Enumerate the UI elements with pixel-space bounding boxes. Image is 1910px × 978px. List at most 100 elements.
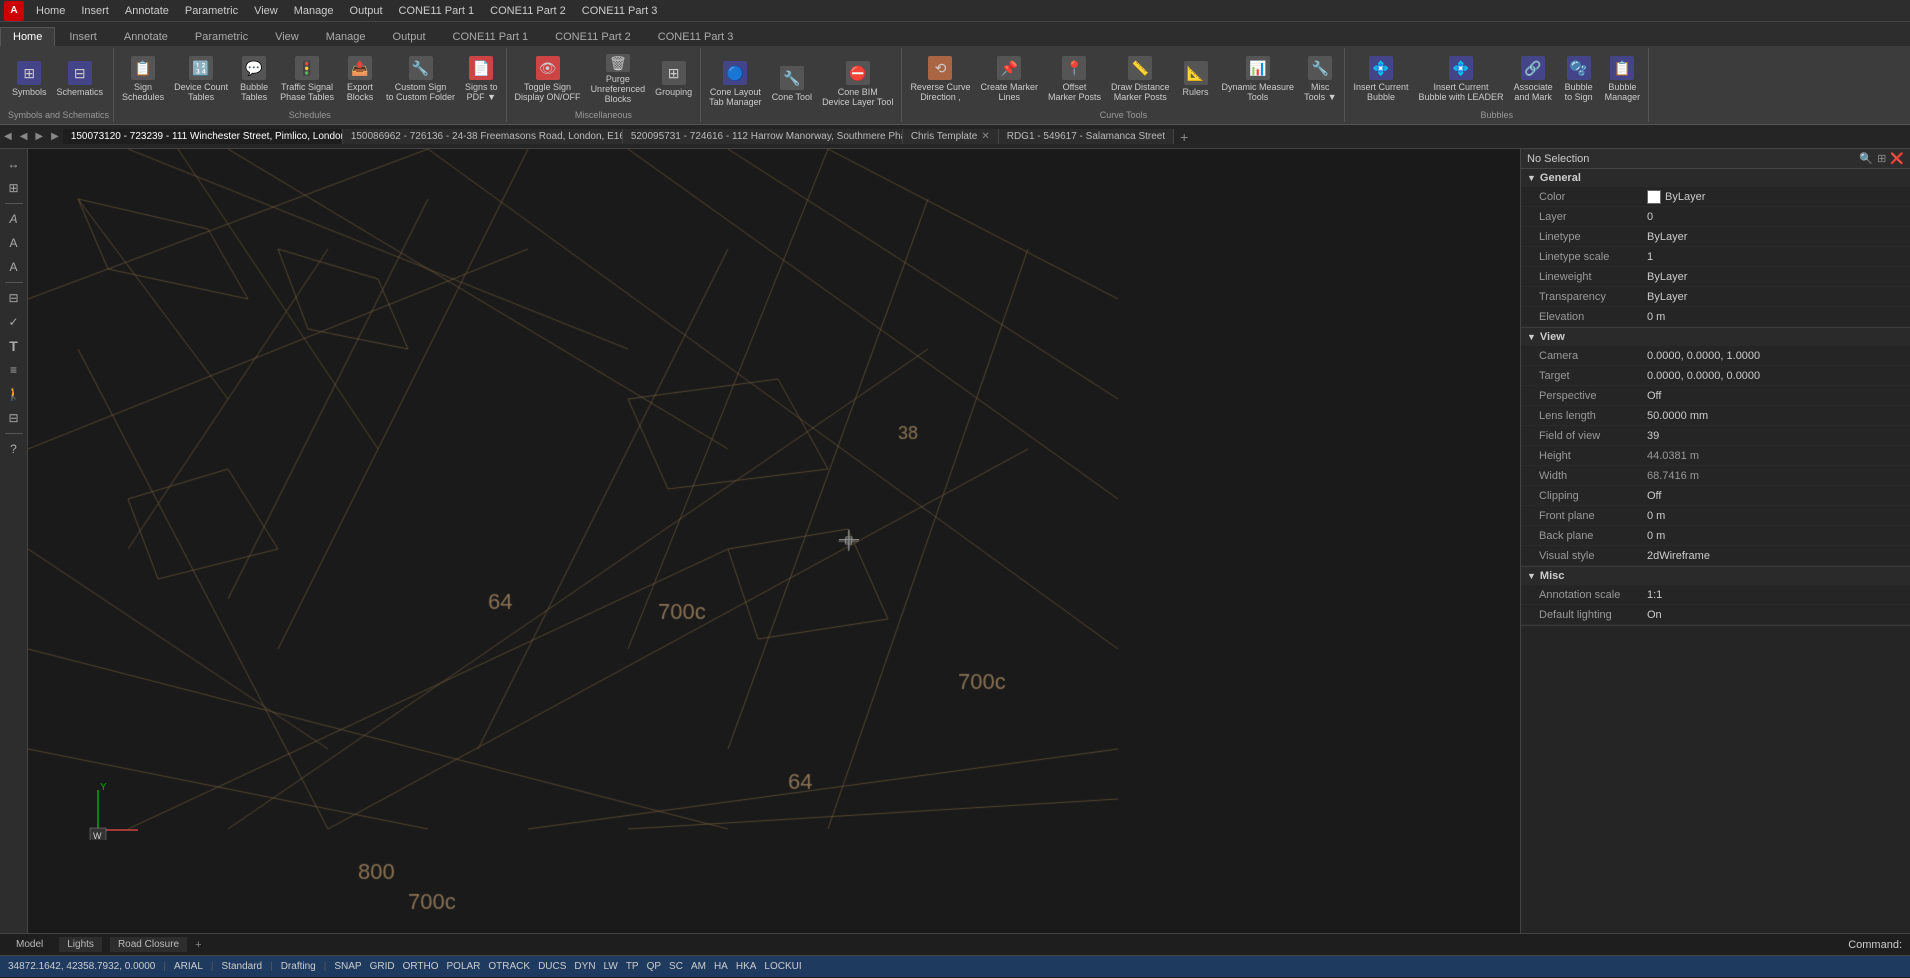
road-closure-tab[interactable]: Road Closure [110,937,187,952]
menu-manage[interactable]: Manage [286,3,342,19]
ribbon-btn-dynamic-measure[interactable]: 📊 Dynamic MeasureTools [1218,52,1299,106]
tab-nav-left2[interactable]: ◀ [16,131,32,142]
tab-nav-left[interactable]: ◀ [0,131,16,142]
lt-rect[interactable]: ⊟ [3,407,25,429]
ribbon-btn-export[interactable]: 📤 ExportBlocks [340,52,380,106]
tab-nav-right[interactable]: ▶ [31,131,47,142]
ribbon-tab-cone11-p1[interactable]: CONE11 Part 1 [440,27,542,46]
menu-home[interactable]: Home [28,3,73,19]
ribbon-tab-cone11-p2[interactable]: CONE11 Part 2 [542,27,644,46]
lt-check[interactable]: ✓ [3,311,25,333]
standard-mode: Standard [222,961,263,972]
tab-nav-right2[interactable]: ▶ [47,131,63,142]
ribbon-tab-annotate[interactable]: Annotate [111,27,181,46]
ribbon-btn-cone-bim[interactable]: ⛔ Cone BIMDevice Layer Tool [818,57,897,111]
ribbon-btn-associate[interactable]: 🔗 Associateand Mark [1510,52,1557,106]
lt-text2[interactable]: A [3,256,25,278]
ribbon-btn-create-marker[interactable]: 📌 Create MarkerLines [976,52,1042,106]
menu-output[interactable]: Output [342,3,391,19]
menu-cone11-p2[interactable]: CONE11 Part 2 [482,3,574,19]
ribbon-btn-toggle-sign[interactable]: 👁 Toggle SignDisplay ON/OFF [511,52,585,106]
ribbon-btn-cone-layout[interactable]: 🔵 Cone LayoutTab Manager [705,57,766,111]
ribbon-tab-view[interactable]: View [262,27,312,46]
ducs-toggle[interactable]: DUCS [538,961,566,972]
lights-tab[interactable]: Lights [59,937,102,952]
menu-cone11-p1[interactable]: CONE11 Part 1 [391,3,483,19]
lt-help[interactable]: ? [3,438,25,460]
tab-3[interactable]: 520095731 - 724616 - 112 Harrow Manorway… [623,129,903,144]
main-canvas [28,149,1520,933]
grid-toggle[interactable]: GRID [370,961,395,972]
ribbon-btn-draw-distance[interactable]: 📏 Draw DistanceMarker Posts [1107,52,1174,106]
ribbon-btn-sign-schedules[interactable]: 📋 SignSchedules [118,52,168,106]
tp-toggle[interactable]: TP [626,961,639,972]
menu-parametric[interactable]: Parametric [177,3,246,19]
ribbon-btn-schematics[interactable]: ⊟ Schematics [53,52,108,106]
prop-icon-2[interactable]: ⊞ [1877,152,1886,165]
menu-cone11-p3[interactable]: CONE11 Part 3 [574,3,666,19]
prop-section-misc-header[interactable]: ▼ Misc [1521,567,1910,585]
lt-list[interactable]: ≡ [3,359,25,381]
ortho-toggle[interactable]: ORTHO [403,961,439,972]
polar-toggle[interactable]: POLAR [447,961,481,972]
lt-t3[interactable]: T [3,335,25,357]
reverse-curve-icon: ⟲ [928,56,952,80]
am-toggle[interactable]: AM [691,961,706,972]
ha-toggle[interactable]: HA [714,961,728,972]
hide-objects-toggle[interactable]: HKA [736,961,757,972]
prop-icon-3[interactable]: ❌ [1890,152,1904,165]
ribbon-btn-bubble-to-sign[interactable]: 🫧 Bubbleto Sign [1559,52,1599,106]
lt-grid[interactable]: ⊞ [3,177,25,199]
prop-icon-1[interactable]: 🔍 [1859,152,1873,165]
menu-annotate[interactable]: Annotate [117,3,177,19]
ribbon-btn-traffic-signal[interactable]: 🚦 Traffic SignalPhase Tables [276,52,338,106]
ribbon-btn-bubble-tables[interactable]: 💬 BubbleTables [234,52,274,106]
sc-toggle[interactable]: SC [669,961,683,972]
canvas-area[interactable]: Y W [28,149,1520,933]
tab-4-close[interactable]: ✕ [981,131,989,142]
tab-4[interactable]: Chris Template ✕ [903,129,999,144]
lt-sym[interactable]: A [3,208,25,230]
ribbon-btn-bubble-manager[interactable]: 📋 BubbleManager [1601,52,1645,106]
tab-5[interactable]: RDG1 - 549617 - Salamanca Street [999,129,1174,144]
lt-text[interactable]: A [3,232,25,254]
ribbon-btn-insert-current-leader[interactable]: 💠 Insert CurrentBubble with LEADER [1415,52,1508,106]
ribbon-tab-parametric[interactable]: Parametric [182,27,261,46]
otrack-toggle[interactable]: OTRACK [488,961,530,972]
prop-lens-value: 50.0000 mm [1647,410,1904,422]
ribbon-btn-device-count[interactable]: 🔢 Device CountTables [170,52,232,106]
ribbon-tab-home[interactable]: Home [0,27,55,46]
ribbon-btn-reverse-curve[interactable]: ⟲ Reverse CurveDirection , [906,52,974,106]
ribbon-btn-offset-marker[interactable]: 📍 OffsetMarker Posts [1044,52,1105,106]
model-tab[interactable]: Model [8,937,51,952]
lockui-toggle[interactable]: LOCKUI [764,961,801,972]
snap-toggle[interactable]: SNAP [334,961,361,972]
qp-toggle[interactable]: QP [647,961,661,972]
ribbon-tab-output[interactable]: Output [380,27,439,46]
ribbon-btn-symbols[interactable]: ⊞ Symbols [8,52,51,106]
ribbon-btn-grouping[interactable]: ⊞ Grouping [651,52,696,106]
ribbon-btn-custom[interactable]: 🔧 Custom Signto Custom Folder [382,52,459,106]
menu-view[interactable]: View [246,3,286,19]
ribbon-tab-cone11-p3[interactable]: CONE11 Part 3 [645,27,747,46]
ribbon-btn-misc-tools[interactable]: 🔧 MiscTools ▼ [1300,52,1340,106]
app-icon[interactable]: A [4,1,24,21]
tab-1[interactable]: 150073120 - 723239 - 111 Winchester Stre… [63,129,343,144]
menu-insert[interactable]: Insert [73,3,117,19]
ribbon-tab-manage[interactable]: Manage [313,27,379,46]
lw-toggle[interactable]: LW [604,961,618,972]
ribbon-btn-insert-current[interactable]: 💠 Insert CurrentBubble [1349,52,1412,106]
lt-line[interactable]: ⊟ [3,287,25,309]
lt-select[interactable]: ↔ [3,153,25,175]
prop-section-general-header[interactable]: ▼ General [1521,169,1910,187]
tab-2[interactable]: 150086962 - 726136 - 24-38 Freemasons Ro… [343,129,623,144]
add-tab-button[interactable]: + [1174,129,1194,145]
ribbon-tab-insert[interactable]: Insert [56,27,110,46]
prop-section-view-header[interactable]: ▼ View [1521,328,1910,346]
ribbon-btn-signs-pdf[interactable]: 📄 Signs toPDF ▼ [461,52,502,106]
lt-walk[interactable]: 🚶 [3,383,25,405]
ribbon-btn-rulers[interactable]: 📐 Rulers [1176,52,1216,106]
ribbon-btn-cone-tool[interactable]: 🔧 Cone Tool [768,57,816,111]
dyn-toggle[interactable]: DYN [574,961,595,972]
ribbon-btn-purge[interactable]: 🗑 PurgeUnreferencedBlocks [587,52,650,106]
